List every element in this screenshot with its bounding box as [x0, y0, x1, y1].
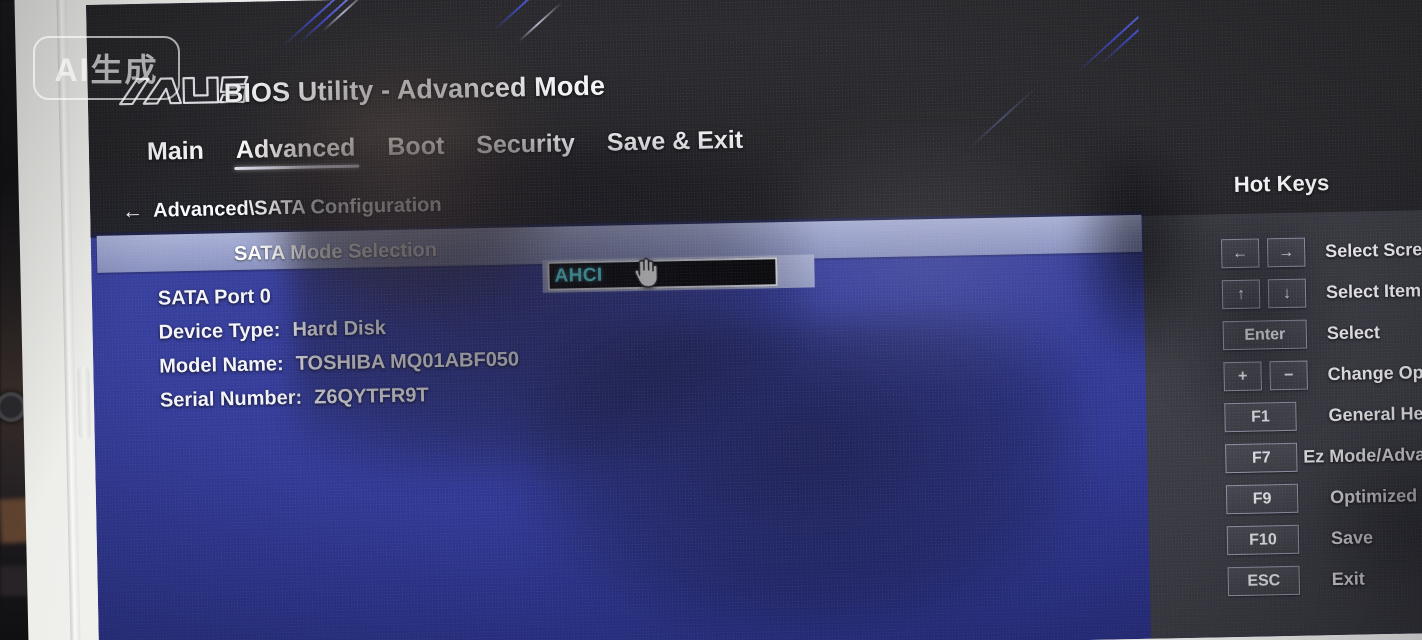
hotkey-keys: + − [1145, 360, 1322, 393]
hotkey-description: Ez Mode/Advanced Mode [1303, 442, 1422, 467]
hotkey-description: Select [1326, 322, 1381, 344]
hotkey-keys: F9 [1148, 483, 1325, 516]
sata-port-info: SATA Port 0 Device Type: Hard Disk Model… [158, 280, 521, 423]
key-f7[interactable]: F7 [1225, 442, 1298, 474]
hotkey-row-general-help: F1 General Help [1146, 393, 1422, 439]
info-row: Serial Number: Z6QYTFR9T [160, 382, 520, 412]
hotkey-description: Select Screen [1324, 238, 1422, 262]
key-arrow-up-icon[interactable]: ↑ [1221, 279, 1261, 310]
info-key: SATA Port 0 [157, 285, 272, 310]
info-row: Model Name: TOSHIBA MQ01ABF050 [159, 348, 519, 378]
info-key: Serial Number: [159, 386, 303, 412]
info-value: TOSHIBA MQ01ABF050 [295, 348, 520, 375]
hotkey-keys: ← → [1143, 237, 1320, 270]
key-arrow-left-icon[interactable]: ← [1220, 238, 1260, 269]
key-f9[interactable]: F9 [1225, 483, 1299, 515]
hotkey-row-select-item: ↑ ↓ Select Item [1144, 270, 1422, 316]
tab-boot[interactable]: Boot [371, 131, 461, 164]
hotkey-keys: F10 [1149, 524, 1326, 557]
info-value: Z6QYTFR9T [313, 384, 429, 409]
hotkey-row-ez-mode: F7 Ez Mode/Advanced Mode [1147, 434, 1422, 480]
hotkey-keys: ↑ ↓ [1144, 278, 1321, 311]
hotkey-row-save: F10 Save [1149, 516, 1422, 562]
tab-advanced[interactable]: Advanced [220, 132, 372, 166]
hotkey-row-exit: ESC Exit [1149, 557, 1422, 603]
key-arrow-down-icon[interactable]: ↓ [1267, 278, 1307, 309]
sata-mode-selection-label: SATA Mode Selection [233, 239, 438, 266]
hotkey-row-select-screen: ← → Select Screen [1143, 229, 1422, 275]
info-key: Device Type: [158, 319, 281, 344]
tab-save-and-exit[interactable]: Save & Exit [591, 125, 760, 160]
hotkey-keys: ESC [1150, 565, 1327, 598]
info-value: Hard Disk [292, 317, 387, 341]
hotkeys-panel: Hot Keys ← → Select Screen ↑ ↓ Select It… [1137, 0, 1422, 640]
key-esc[interactable]: ESC [1227, 565, 1301, 597]
laptop-bezel-notch [77, 365, 91, 441]
hotkey-keys: F1 [1146, 401, 1323, 434]
back-arrow-icon[interactable]: ← [122, 200, 143, 223]
hotkey-description: Change Option [1327, 361, 1422, 385]
tab-main[interactable]: Main [131, 135, 221, 168]
key-f1[interactable]: F1 [1224, 401, 1297, 433]
bios-screen: BIOS Utility - Advanced Mode Main Advanc… [86, 0, 1422, 640]
key-enter[interactable]: Enter [1222, 319, 1308, 351]
hotkey-description: Optimized Defaults [1329, 484, 1422, 508]
hotkey-row-change-option: + − Change Option [1145, 352, 1422, 398]
info-key: Model Name: [159, 353, 284, 378]
hotkey-keys: F7 [1147, 442, 1298, 475]
key-f10[interactable]: F10 [1226, 524, 1300, 556]
hotkey-row-select: Enter Select [1144, 311, 1422, 357]
hotkey-description: Exit [1331, 568, 1365, 590]
hotkeys-title: Hot Keys [1233, 170, 1330, 197]
info-row: Device Type: Hard Disk [158, 314, 518, 344]
key-plus-icon[interactable]: + [1223, 361, 1262, 392]
hotkey-row-optimized-defaults: F9 Optimized Defaults [1148, 475, 1422, 521]
hotkey-keys: Enter [1145, 319, 1322, 352]
hotkey-description: Save [1330, 527, 1374, 549]
hotkey-description: General Help [1328, 402, 1422, 426]
key-arrow-right-icon[interactable]: → [1266, 237, 1306, 268]
tab-security[interactable]: Security [460, 128, 591, 162]
photo-of-laptop-screen: BIOS Utility - Advanced Mode Main Advanc… [0, 0, 1422, 640]
sata-mode-value-text: AHCI [554, 264, 603, 287]
hand-pointer-cursor-icon [627, 255, 662, 290]
hotkeys-list: ← → Select Screen ↑ ↓ Select Item Enter [1143, 229, 1422, 605]
hotkey-description: Select Item [1325, 280, 1422, 303]
key-minus-icon[interactable]: − [1269, 360, 1308, 391]
